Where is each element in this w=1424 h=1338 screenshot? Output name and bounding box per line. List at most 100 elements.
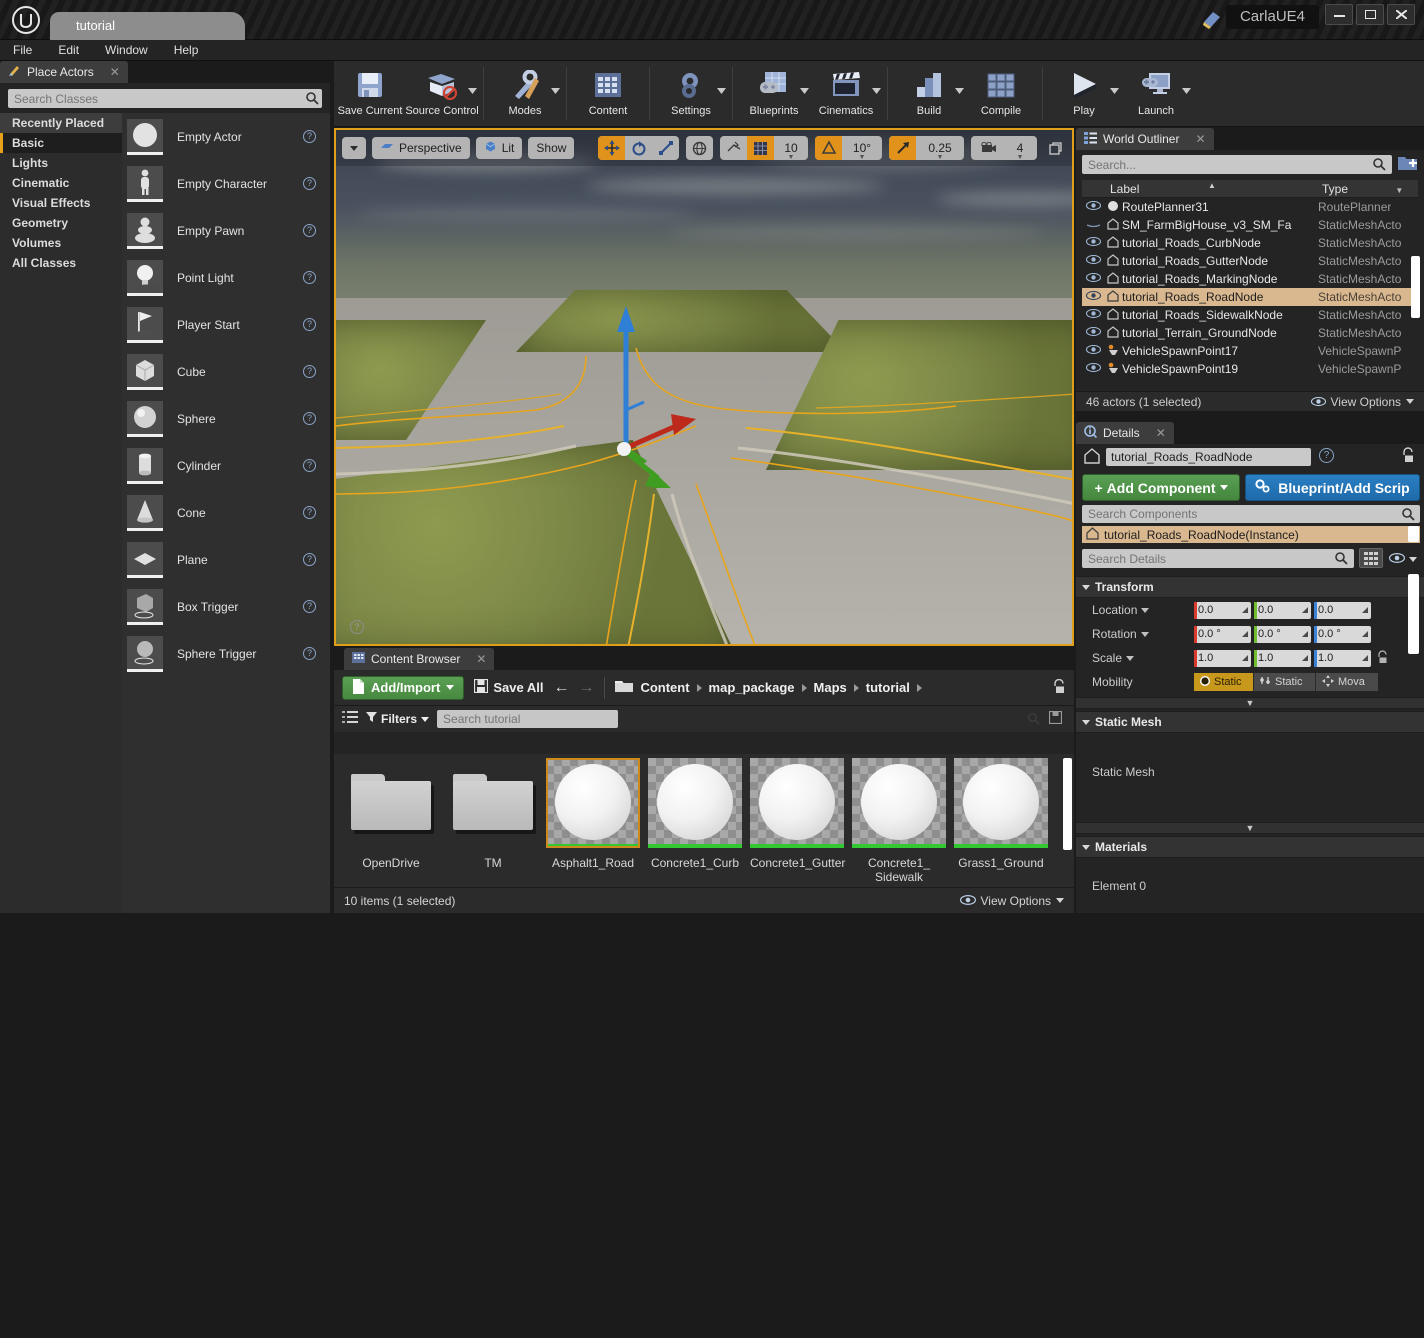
tab-world-outliner[interactable]: World Outliner ✕ xyxy=(1076,128,1214,150)
settings-button[interactable]: Settings xyxy=(655,61,727,126)
location-z-field[interactable]: 0.0 xyxy=(1314,602,1371,619)
world-outliner-tab-close-icon[interactable]: ✕ xyxy=(1195,132,1205,146)
help-icon[interactable]: ? xyxy=(303,459,316,472)
project-tab[interactable]: tutorial xyxy=(50,12,245,40)
save-search-icon[interactable] xyxy=(1049,711,1062,727)
table-row[interactable]: tutorial_Roads_MarkingNode StaticMeshAct… xyxy=(1082,270,1418,288)
tab-content-browser[interactable]: Content Browser ✕ xyxy=(344,648,494,670)
grid-view-icon[interactable] xyxy=(1359,548,1383,568)
asset-item[interactable]: Grass1_Ground xyxy=(954,758,1048,870)
filters-button[interactable]: Filters xyxy=(366,712,429,726)
viewport-menu-button[interactable] xyxy=(342,137,366,159)
blueprint-add-script-button[interactable]: Blueprint/Add Scrip xyxy=(1245,474,1420,501)
list-item[interactable]: Plane ? xyxy=(122,536,330,583)
table-row[interactable]: SM_FarmBigHouse_v3_SM_Fa StaticMeshActo xyxy=(1082,216,1418,234)
add-import-button[interactable]: Add/Import xyxy=(342,676,464,700)
chevron-down-icon[interactable] xyxy=(468,87,477,96)
filter-icon[interactable]: ▼ xyxy=(1395,186,1403,195)
help-icon[interactable]: ? xyxy=(303,318,316,331)
chevron-down-icon[interactable] xyxy=(955,87,964,96)
sidebar-item-all-classes[interactable]: All Classes xyxy=(0,253,122,273)
components-search-input[interactable] xyxy=(1082,505,1420,523)
menu-help[interactable]: Help xyxy=(161,40,212,61)
spinner-icon[interactable] xyxy=(1302,655,1308,661)
content-browser-tab-close-icon[interactable]: ✕ xyxy=(476,652,486,666)
chevron-down-icon[interactable] xyxy=(551,87,560,96)
save-all-button[interactable]: Save All xyxy=(474,679,543,696)
chevron-down-icon[interactable] xyxy=(1182,87,1191,96)
mobility-static-button[interactable]: Static xyxy=(1194,673,1254,691)
back-button[interactable]: ← xyxy=(553,679,569,697)
visibility-eye-icon[interactable] xyxy=(1082,363,1104,375)
sidebar-item-lights[interactable]: Lights xyxy=(0,153,122,173)
list-item[interactable]: Box Trigger ? xyxy=(122,583,330,630)
visibility-hidden-icon[interactable] xyxy=(1082,219,1104,231)
section-header-static-mesh[interactable]: Static Mesh xyxy=(1076,711,1424,733)
mobility-stationary-button[interactable]: Static xyxy=(1254,673,1316,691)
sidebar-item-geometry[interactable]: Geometry xyxy=(0,213,122,233)
rotation-y-field[interactable]: 0.0 ° xyxy=(1254,626,1311,643)
asset-item[interactable]: Concrete1_Curb xyxy=(648,758,742,870)
table-row[interactable]: VehicleSpawnPoint19 VehicleSpawnP xyxy=(1082,360,1418,378)
rotation-z-field[interactable]: 0.0 ° xyxy=(1314,626,1371,643)
maximize-button[interactable] xyxy=(1356,4,1384,25)
asset-item[interactable]: TM xyxy=(446,758,540,870)
table-row[interactable]: tutorial_Roads_GutterNode StaticMeshActo xyxy=(1082,252,1418,270)
globe-icon[interactable] xyxy=(686,136,713,160)
details-tab-close-icon[interactable]: ✕ xyxy=(1156,426,1166,440)
component-instance-row[interactable]: tutorial_Roads_RoadNode(Instance) xyxy=(1082,526,1420,543)
spinner-icon[interactable] xyxy=(1362,607,1368,613)
section-splitter[interactable]: ▼ xyxy=(1076,697,1424,709)
visibility-eye-icon[interactable] xyxy=(1082,327,1104,339)
components-scrollbar[interactable] xyxy=(1408,526,1419,542)
chevron-down-icon[interactable] xyxy=(1141,608,1149,613)
scale-y-field[interactable]: 1.0 xyxy=(1254,650,1311,667)
list-item[interactable]: Empty Actor ? xyxy=(122,113,330,160)
camera-icon[interactable] xyxy=(971,136,1003,160)
help-icon[interactable]: ? xyxy=(303,600,316,613)
column-header-label[interactable]: Label ▲ xyxy=(1082,182,1322,196)
transform-gizmo[interactable] xyxy=(566,288,726,488)
rotate-gizmo-icon[interactable] xyxy=(625,136,652,160)
breadcrumb-maps[interactable]: Maps xyxy=(814,680,847,695)
breadcrumb-tutorial[interactable]: tutorial xyxy=(866,680,910,695)
translate-gizmo-icon[interactable] xyxy=(598,136,625,160)
breadcrumb-content[interactable]: Content xyxy=(640,680,689,695)
lit-button[interactable]: Lit xyxy=(476,137,523,159)
blueprints-button[interactable]: Blueprints xyxy=(738,61,810,126)
outliner-view-options-button[interactable]: View Options xyxy=(1311,395,1414,409)
help-icon[interactable]: ? xyxy=(1319,448,1334,463)
sidebar-item-cinematic[interactable]: Cinematic xyxy=(0,173,122,193)
close-button[interactable] xyxy=(1387,4,1415,25)
section-header-materials[interactable]: Materials xyxy=(1076,836,1424,858)
list-item[interactable]: Empty Character ? xyxy=(122,160,330,207)
content-search-input[interactable] xyxy=(437,710,618,728)
content-button[interactable]: Content xyxy=(572,61,644,126)
visibility-eye-icon[interactable] xyxy=(1082,201,1104,213)
scale-x-field[interactable]: 1.0 xyxy=(1194,650,1251,667)
help-icon[interactable]: ? xyxy=(303,647,316,660)
lock-icon[interactable] xyxy=(1401,447,1416,466)
section-header-transform[interactable]: Transform xyxy=(1076,576,1424,598)
help-icon[interactable]: ? xyxy=(303,130,316,143)
modes-button[interactable]: Modes xyxy=(489,61,561,126)
chevron-down-icon[interactable] xyxy=(800,87,809,96)
table-row-selected[interactable]: tutorial_Roads_RoadNode StaticMeshActo xyxy=(1082,288,1418,306)
chevron-down-icon[interactable] xyxy=(872,87,881,96)
list-item[interactable]: Cube ? xyxy=(122,348,330,395)
surface-snap-icon[interactable] xyxy=(720,136,747,160)
details-search-input[interactable] xyxy=(1082,549,1354,568)
sidebar-item-recently-placed[interactable]: Recently Placed xyxy=(0,113,122,133)
source-control-button[interactable]: Source Control xyxy=(406,61,478,126)
scale-z-field[interactable]: 1.0 xyxy=(1314,650,1371,667)
chevron-down-icon[interactable] xyxy=(1126,656,1134,661)
spinner-icon[interactable] xyxy=(1242,631,1248,637)
place-actors-tab-close-icon[interactable]: ✕ xyxy=(110,65,120,79)
chevron-down-icon[interactable] xyxy=(717,87,726,96)
minimize-button[interactable] xyxy=(1325,4,1353,25)
tab-details[interactable]: Details ✕ xyxy=(1076,422,1174,444)
table-row[interactable]: VehicleSpawnPoint17 VehicleSpawnP xyxy=(1082,342,1418,360)
add-folder-icon[interactable] xyxy=(1398,155,1417,175)
list-item[interactable]: Cylinder ? xyxy=(122,442,330,489)
details-view-options-button[interactable] xyxy=(1389,552,1417,566)
